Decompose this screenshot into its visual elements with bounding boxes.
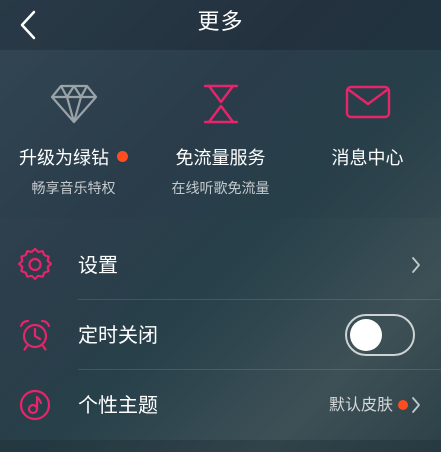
menu-item-label: 设置 [78, 253, 118, 277]
envelope-icon [345, 85, 390, 119]
feature-message-center[interactable]: 消息中心 [294, 50, 441, 218]
diamond-icon [50, 84, 97, 124]
menu-item-label: 定时关闭 [78, 323, 158, 347]
chevron-right-icon [412, 397, 420, 413]
notification-dot [117, 151, 128, 162]
feature-label: 升级为绿钻 [19, 148, 109, 169]
feature-upgrade-green-diamond[interactable]: 升级为绿钻 畅享音乐特权 [0, 50, 147, 218]
feature-subtitle: 畅享音乐特权 [31, 181, 116, 197]
menu-item-settings[interactable]: 设置 [0, 230, 441, 300]
sleep-timer-toggle[interactable] [345, 314, 415, 356]
settings-list: 设置 定时关闭 个性主题 默认皮肤 [0, 230, 441, 440]
current-skin-value: 默认皮肤 [328, 395, 393, 414]
feature-subtitle: 在线听歌免流量 [171, 181, 270, 197]
theme-icon [19, 389, 51, 421]
feature-label: 免流量服务 [175, 148, 266, 169]
gear-icon [18, 248, 52, 280]
menu-item-personal-theme[interactable]: 个性主题 默认皮肤 [0, 370, 441, 440]
page-title: 更多 [197, 10, 244, 35]
feature-section: 升级为绿钻 畅享音乐特权 免流量服务 在线听歌免流量 消息中心 [0, 50, 441, 218]
top-bar: 更多 [0, 0, 441, 50]
feature-free-data-service[interactable]: 免流量服务 在线听歌免流量 [147, 50, 294, 218]
menu-item-sleep-timer[interactable]: 定时关闭 [0, 300, 441, 370]
feature-label: 消息中心 [331, 148, 404, 169]
menu-item-label: 个性主题 [78, 393, 158, 417]
hourglass-icon [203, 84, 238, 124]
bottom-edge [0, 440, 441, 452]
toggle-knob [350, 319, 382, 351]
notification-dot [398, 400, 408, 410]
alarm-clock-icon [19, 319, 51, 351]
chevron-right-icon [412, 257, 420, 273]
